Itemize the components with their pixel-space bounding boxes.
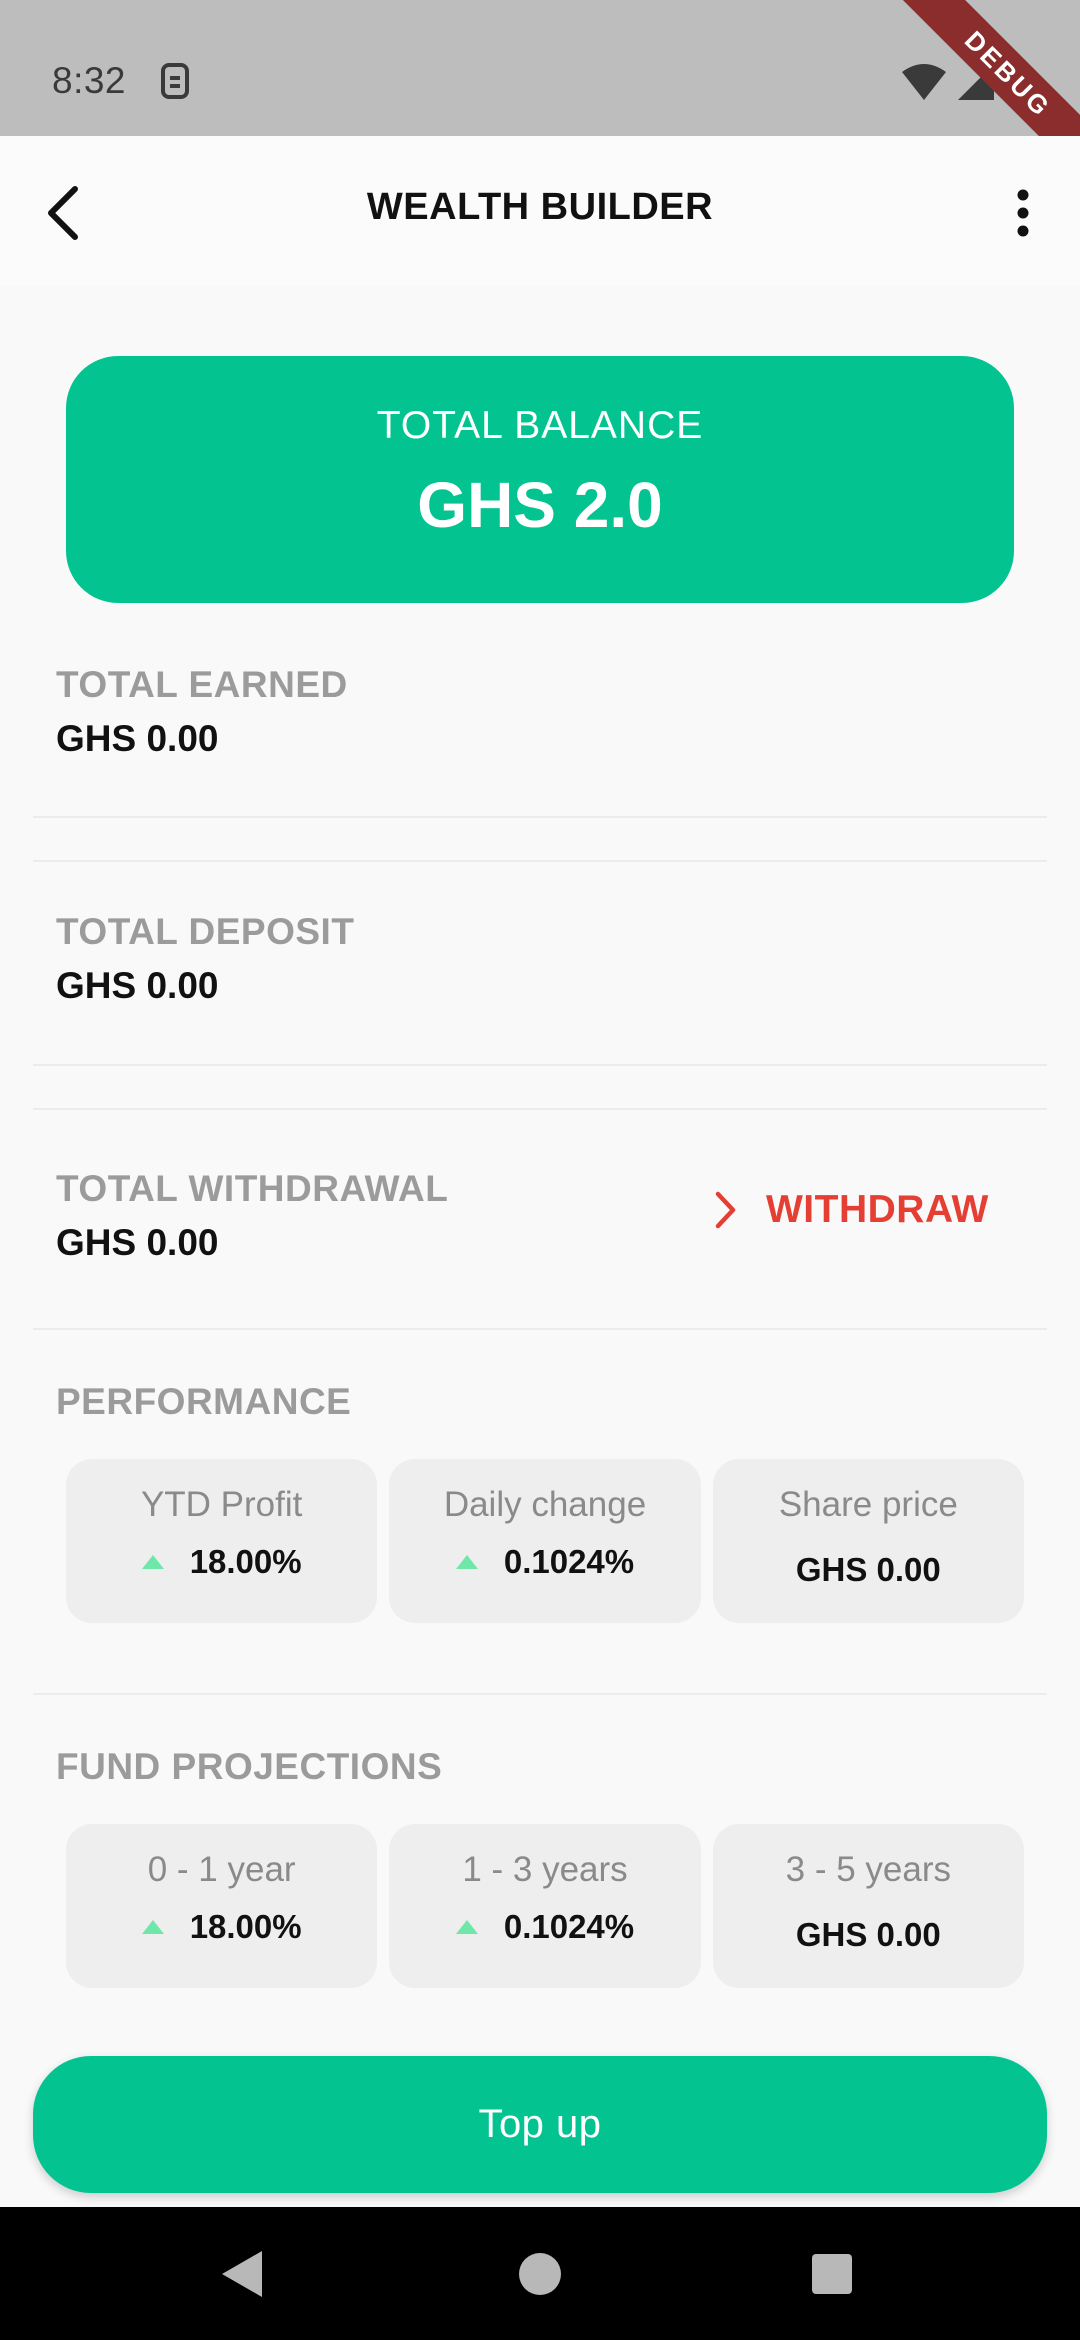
system-nav-bar [0, 2207, 1080, 2340]
total-withdrawal-value: GHS 0.00 [56, 1222, 219, 1263]
total-balance-value: GHS 2.0 [417, 469, 663, 541]
trend-up-icon [141, 1920, 164, 1934]
page-title: WEALTH BUILDER [366, 186, 714, 228]
metric-value-row: 0.1024% [389, 1543, 700, 1581]
performance-title: PERFORMANCE [56, 1381, 352, 1422]
trend-up-icon [141, 1555, 164, 1569]
metric-label: 3 - 5 years [785, 1850, 951, 1889]
divider [33, 860, 1047, 862]
daily-change-card: Daily change 0.1024% [389, 1459, 701, 1623]
metric-value: 18.00% [189, 1543, 302, 1580]
status-time: 8:32 [52, 60, 127, 101]
divider [33, 1064, 1047, 1066]
withdraw-button[interactable]: WITHDRAW [714, 1188, 989, 1232]
nav-home-icon[interactable] [519, 2253, 561, 2295]
projection-cards: 0 - 1 year 18.00% 1 - 3 years 0.1024% 3 … [66, 1824, 1024, 1988]
divider [33, 1693, 1047, 1695]
performance-cards: YTD Profit 18.00% Daily change 0.1024% S… [66, 1459, 1024, 1623]
divider [33, 1108, 1047, 1110]
status-bar: 8:32 DEBUG [0, 0, 1080, 224]
metric-label: Daily change [443, 1485, 647, 1524]
metric-value-row: 18.00% [66, 1543, 377, 1581]
metric-value-row: 0.1024% [389, 1908, 700, 1946]
share-price-card: Share price GHS 0.00 [712, 1459, 1024, 1623]
top-up-button[interactable]: Top up [33, 2056, 1047, 2193]
metric-label: YTD Profit [140, 1485, 303, 1524]
more-vertical-icon [1017, 189, 1029, 237]
total-deposit-section: TOTAL DEPOSIT GHS 0.00 [56, 911, 354, 1007]
wifi-icon [902, 64, 946, 100]
metric-value: GHS 0.00 [795, 1916, 941, 1953]
metric-label: 1 - 3 years [462, 1850, 628, 1889]
total-deposit-value: GHS 0.00 [56, 965, 219, 1006]
metric-value-row: 18.00% [66, 1908, 377, 1946]
metric-value: GHS 0.00 [795, 1551, 941, 1588]
projection-card-3-5-years: 3 - 5 years GHS 0.00 [712, 1824, 1024, 1988]
trend-up-icon [455, 1555, 478, 1569]
divider [33, 816, 1047, 818]
projection-card-1-3-years: 1 - 3 years 0.1024% [389, 1824, 701, 1988]
total-earned-value: GHS 0.00 [56, 718, 219, 759]
metric-value: 18.00% [189, 1908, 302, 1945]
nav-recents-icon[interactable] [812, 2254, 852, 2294]
chevron-right-icon [715, 1191, 736, 1229]
total-earned-label: TOTAL EARNED [56, 664, 348, 705]
total-deposit-label: TOTAL DEPOSIT [56, 911, 355, 952]
total-balance-label: TOTAL BALANCE [376, 404, 704, 447]
total-withdrawal-label: TOTAL WITHDRAWAL [56, 1168, 449, 1209]
fund-projections-title: FUND PROJECTIONS [56, 1746, 443, 1787]
divider [33, 1328, 1047, 1330]
metric-label: Share price [778, 1485, 958, 1524]
more-options-button[interactable] [988, 178, 1058, 248]
nav-back-icon[interactable] [222, 2251, 262, 2297]
total-earned-section: TOTAL EARNED GHS 0.00 [56, 664, 348, 760]
withdraw-label: WITHDRAW [766, 1188, 989, 1231]
app-bar: WEALTH BUILDER [0, 136, 1080, 286]
metric-value: 0.1024% [503, 1908, 635, 1945]
ytd-profit-card: YTD Profit 18.00% [66, 1459, 378, 1623]
sim-icon [161, 63, 189, 99]
total-withdrawal-section: TOTAL WITHDRAWAL GHS 0.00 [56, 1168, 448, 1264]
total-balance-card: TOTAL BALANCE GHS 2.0 [66, 356, 1014, 603]
projection-card-0-1-year: 0 - 1 year 18.00% [66, 1824, 378, 1988]
trend-up-icon [455, 1920, 478, 1934]
metric-value: 0.1024% [503, 1543, 635, 1580]
metric-label: 0 - 1 year [147, 1850, 296, 1889]
